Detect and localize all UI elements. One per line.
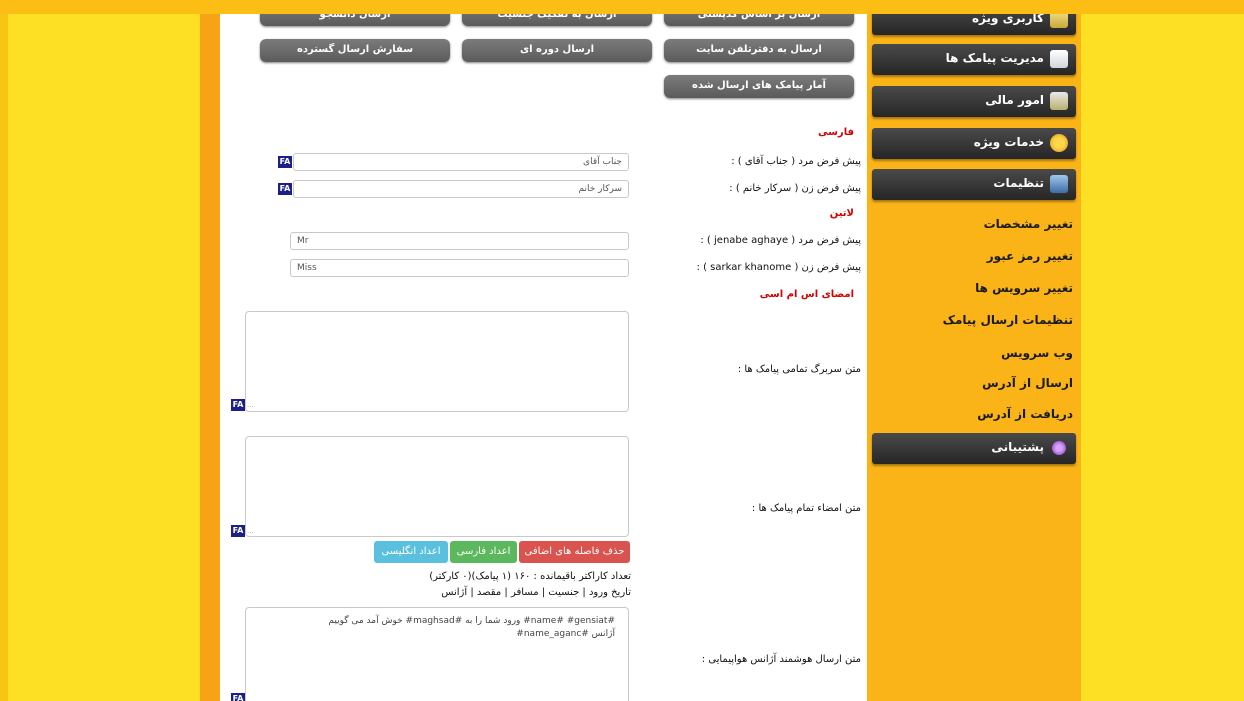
house-icon xyxy=(1050,50,1068,68)
farsi-female-input[interactable]: سرکار خانم xyxy=(293,180,629,198)
header-text-label: متن سربرگ تمامی پیامک ها : xyxy=(737,364,861,375)
link-change-services[interactable]: تغییر سرویس ها xyxy=(875,281,1073,295)
link-web-service[interactable]: وب سرویس xyxy=(875,346,1073,360)
link-change-profile[interactable]: تغییر مشخصات xyxy=(875,217,1073,231)
top-strip-overlay xyxy=(0,0,1244,14)
fa-badge[interactable]: FA xyxy=(278,156,292,168)
link-change-password[interactable]: تغییر رمز عبور xyxy=(875,249,1073,263)
menu-sms-manage[interactable]: مدیریت پیامک ها xyxy=(872,44,1076,75)
variable-links[interactable]: تاریخ ورود | جنسیت | مسافر | مقصد | آژان… xyxy=(441,587,631,598)
fa-badge[interactable]: FA xyxy=(231,525,245,537)
resize-grip[interactable]: ... xyxy=(247,401,254,409)
remove-extra-spaces-button[interactable]: حذف فاصله های اضافی xyxy=(519,541,630,563)
fa-badge[interactable]: FA xyxy=(231,693,245,701)
farsi-male-input[interactable]: جناب آقای xyxy=(293,153,629,171)
link-send-from-address[interactable]: ارسال از آدرس xyxy=(875,376,1073,390)
farsi-female-label: پیش فرض زن ( سرکار خانم ) : xyxy=(729,183,861,194)
latin-female-label: پیش فرض زن ( sarkar khanome ) : xyxy=(696,262,861,273)
menu-special-services[interactable]: خدمات ویژه xyxy=(872,128,1076,159)
agency-text-line1: #name# #gensiat# ورود شما را به #maghsad… xyxy=(328,616,615,626)
menu-settings-label: تنظیمات xyxy=(993,176,1044,190)
sent-stats-button[interactable]: آمار پیامک های ارسال شده xyxy=(664,75,854,98)
resize-grip[interactable]: ... xyxy=(247,527,254,535)
monitor-icon xyxy=(1050,175,1068,193)
section-signature-heading: امضای اس ام اسی xyxy=(759,289,854,300)
persian-digits-button[interactable]: اعداد فارسی xyxy=(450,541,517,563)
link-sms-settings[interactable]: تنظیمات ارسال پیامک xyxy=(875,313,1073,327)
right-margin xyxy=(1081,14,1244,701)
wide-send-order-button[interactable]: سفارش ارسال گسترده xyxy=(260,39,450,62)
menu-finance-label: امور مالی xyxy=(985,93,1044,107)
link-receive-from-address[interactable]: دریافت از آدرس xyxy=(875,407,1073,421)
char-count-text: تعداد کاراکتر باقیمانده : ۱۶۰ (۱ پیامک)(… xyxy=(429,571,631,582)
section-farsi-heading: فارسی xyxy=(817,127,854,138)
left-edge-strip xyxy=(0,14,8,701)
header-text-area[interactable] xyxy=(245,311,629,412)
footer-text-label: متن امضاء تمام پیامک ها : xyxy=(751,503,861,514)
headset-icon xyxy=(1052,441,1066,455)
menu-support-label: پشتیبانی xyxy=(991,440,1044,454)
medal-icon xyxy=(1050,134,1068,152)
menu-special-services-label: خدمات ویژه xyxy=(973,135,1044,149)
agency-text-line2: آژانس #name_aganc# xyxy=(516,629,615,639)
section-latin-heading: لاتین xyxy=(829,208,854,219)
send-to-phonebook-button[interactable]: ارسال به دفترتلفن سایت xyxy=(664,39,854,62)
menu-sms-manage-label: مدیریت پیامک ها xyxy=(945,51,1044,65)
fa-badge[interactable]: FA xyxy=(231,399,245,411)
latin-male-input[interactable]: Mr xyxy=(290,232,629,250)
latin-female-input[interactable]: Miss xyxy=(290,259,629,277)
english-digits-button[interactable]: اعداد انگلیسی xyxy=(374,541,448,563)
fa-badge[interactable]: FA xyxy=(278,183,292,195)
footer-text-area[interactable] xyxy=(245,436,629,537)
money-icon xyxy=(1050,92,1068,110)
content-left-border xyxy=(200,14,220,701)
menu-settings[interactable]: تنظیمات xyxy=(872,169,1076,200)
farsi-male-label: پیش فرض مرد ( جناب آقای ) : xyxy=(731,156,861,167)
menu-finance[interactable]: امور مالی xyxy=(872,86,1076,117)
menu-support[interactable]: پشتیبانی xyxy=(872,433,1076,464)
latin-male-label: پیش فرض مرد ( jenabe aghaye ) : xyxy=(700,235,861,246)
agency-text-label: متن ارسال هوشمند آژانس هواپیمایی : xyxy=(701,654,861,665)
periodic-send-button[interactable]: ارسال دوره ای xyxy=(462,39,652,62)
